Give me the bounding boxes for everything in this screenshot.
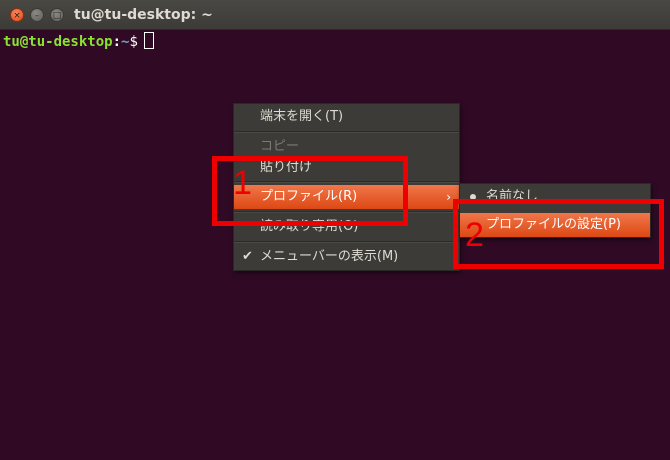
- annotation-number-2: 2: [465, 216, 484, 254]
- close-button[interactable]: ×: [10, 8, 24, 22]
- menu-separator: [234, 241, 459, 243]
- terminal-window: × – □ tu@tu-desktop: ~ tu@tu-desktop:~$ …: [0, 0, 670, 460]
- prompt-separator: :: [112, 34, 122, 50]
- title-bar[interactable]: × – □ tu@tu-desktop: ~: [0, 0, 670, 30]
- terminal-prompt[interactable]: tu@tu-desktop:~$: [3, 32, 154, 52]
- menu-item-show-menubar[interactable]: ✔ メニューバーの表示(M): [234, 245, 459, 269]
- text-cursor: [143, 32, 154, 49]
- menu-item-label: コピー: [260, 139, 300, 154]
- prompt-symbol: $: [129, 34, 138, 50]
- annotation-box-2: [453, 199, 664, 269]
- prompt-user-host: tu@tu-desktop: [3, 34, 113, 50]
- menu-item-label: 端末を開く(T): [260, 109, 344, 124]
- checkmark-icon: ✔: [242, 249, 253, 264]
- menu-separator: [234, 131, 459, 133]
- minimize-button[interactable]: –: [30, 8, 44, 22]
- menu-item-open-terminal[interactable]: 端末を開く(T): [234, 105, 459, 129]
- window-title: tu@tu-desktop: ~: [74, 7, 213, 23]
- menu-item-label: メニューバーの表示(M): [260, 249, 399, 264]
- submenu-arrow-icon: ›: [446, 190, 451, 204]
- annotation-number-1: 1: [233, 164, 252, 202]
- maximize-button[interactable]: □: [50, 8, 64, 22]
